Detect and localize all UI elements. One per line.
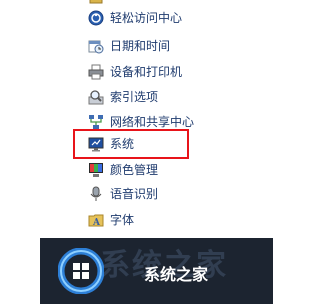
watermark-logo-icon	[58, 248, 104, 294]
item-label: 轻松访问中心	[110, 11, 183, 25]
microphone-icon	[88, 186, 104, 202]
printer-icon	[88, 64, 104, 80]
highlight-box	[73, 129, 189, 159]
watermark-banner: 系统之家 系统之家	[40, 238, 273, 304]
item-label: 日期和时间	[110, 39, 171, 53]
watermark-brand-text: 系统之家	[144, 265, 209, 284]
item-label: 设备和打印机	[110, 65, 183, 79]
fonts-folder-icon: A	[88, 212, 104, 228]
item-indexing-options[interactable]: 索引选项	[88, 85, 158, 109]
item-date-time[interactable]: 日期和时间	[88, 34, 170, 58]
svg-text:A: A	[92, 218, 101, 228]
indexing-icon	[88, 89, 104, 105]
item-label: 网络和共享中心	[110, 115, 195, 129]
item-fonts[interactable]: A 字体	[88, 208, 134, 232]
color-management-icon	[88, 162, 104, 178]
item-label: 索引选项	[110, 90, 159, 104]
item-label: 颜色管理	[110, 163, 159, 177]
item-ease-of-access[interactable]: 轻松访问中心	[88, 6, 182, 30]
item-devices-printers[interactable]: 设备和打印机	[88, 60, 182, 84]
item-label: 字体	[110, 213, 135, 227]
network-icon	[88, 114, 104, 130]
ease-of-access-icon	[88, 10, 104, 26]
item-speech-recognition[interactable]: 语音识别	[88, 182, 158, 206]
item-label: 语音识别	[110, 187, 159, 201]
item-color-management[interactable]: 颜色管理	[88, 158, 158, 182]
calendar-clock-icon	[88, 38, 104, 54]
